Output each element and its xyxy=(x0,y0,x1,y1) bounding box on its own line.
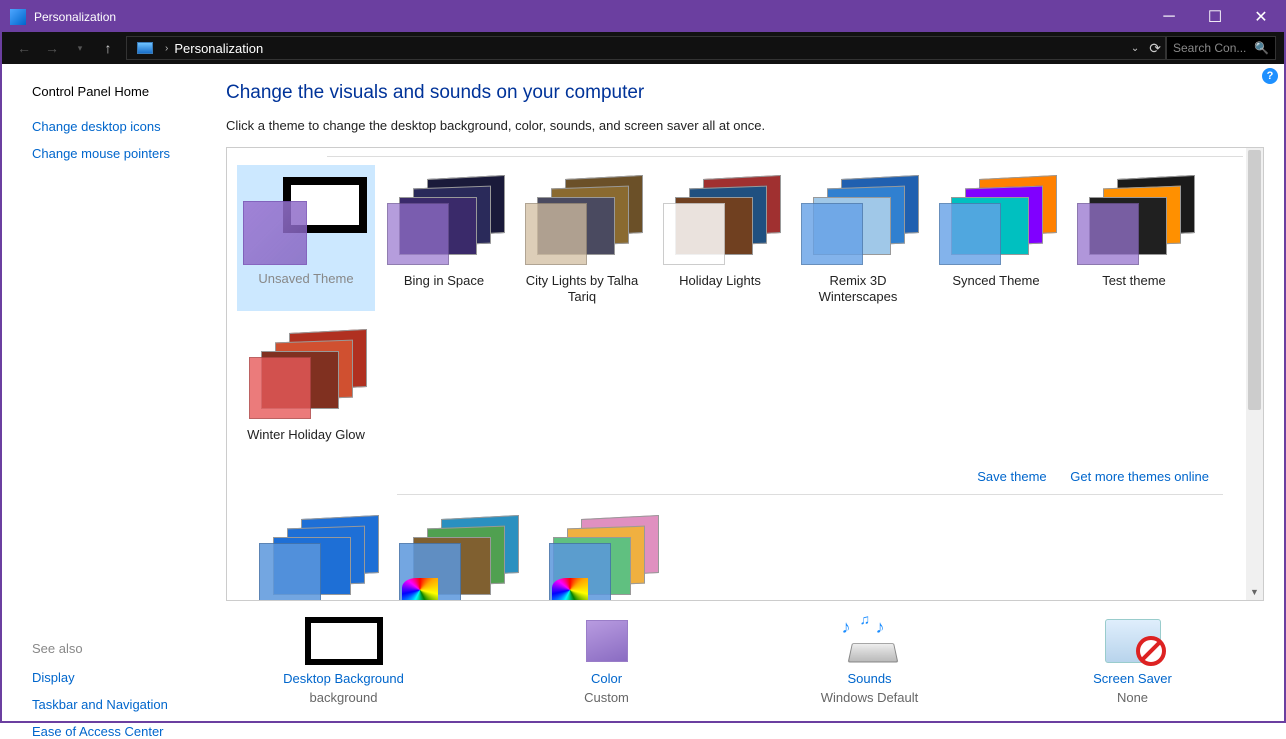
theme-label: Bing in Space xyxy=(375,271,513,295)
theme-item[interactable] xyxy=(247,505,387,601)
search-icon: 🔍 xyxy=(1254,41,1269,55)
themes-grid: Unsaved ThemeBing in SpaceCity Lights by… xyxy=(237,165,1243,457)
theme-color-swatch xyxy=(663,203,725,265)
theme-color-swatch xyxy=(249,357,311,419)
disabled-overlay-icon xyxy=(1136,636,1166,666)
theme-label: Test theme xyxy=(1065,271,1203,295)
theme-item[interactable]: Bing in Space xyxy=(375,165,513,311)
minimize-button[interactable]: ─ xyxy=(1146,2,1192,32)
theme-color-swatch xyxy=(243,201,307,265)
theme-label: Winter Holiday Glow xyxy=(237,425,375,449)
palette-icon xyxy=(552,578,588,601)
see-also-ease-of-access[interactable]: Ease of Access Center xyxy=(32,724,202,739)
breadcrumb-separator: › xyxy=(165,43,168,54)
maximize-button[interactable]: ☐ xyxy=(1192,2,1238,32)
page-heading: Change the visuals and sounds on your co… xyxy=(226,82,1264,104)
sidebar: Control Panel Home Change desktop icons … xyxy=(2,64,212,721)
theme-color-swatch xyxy=(939,203,1001,265)
theme-item[interactable]: Remix 3D Winterscapes xyxy=(789,165,927,311)
scrollbar[interactable]: ▲ ▼ xyxy=(1246,148,1263,600)
close-button[interactable]: ✕ xyxy=(1238,2,1284,32)
setting-value: background xyxy=(244,690,444,705)
search-input[interactable]: Search Con... 🔍 xyxy=(1166,36,1276,60)
title-bar: Personalization ─ ☐ ✕ xyxy=(2,2,1284,32)
nav-bar: ← → ▾ ↑ › Personalization ⌄ ⟳ Search Con… xyxy=(2,32,1284,64)
breadcrumb-current[interactable]: Personalization xyxy=(174,41,263,56)
theme-color-swatch xyxy=(1077,203,1139,265)
theme-item[interactable]: Test theme xyxy=(1065,165,1203,311)
palette-icon xyxy=(402,578,438,601)
window-controls: ─ ☐ ✕ xyxy=(1146,2,1284,32)
default-themes-row xyxy=(237,505,1243,601)
setting-link[interactable]: Sounds xyxy=(770,671,970,686)
desktop-background-icon xyxy=(305,617,383,665)
theme-label: Synced Theme xyxy=(927,271,1065,295)
see-also-display[interactable]: Display xyxy=(32,670,202,685)
scroll-down-arrow[interactable]: ▼ xyxy=(1246,584,1263,600)
setting-item[interactable]: Desktop Background background xyxy=(244,617,444,705)
setting-item[interactable]: Screen Saver None xyxy=(1033,617,1233,705)
theme-label: Remix 3D Winterscapes xyxy=(789,271,927,311)
theme-color-swatch xyxy=(259,543,321,601)
nav-back-button[interactable]: ← xyxy=(10,34,38,62)
sidebar-link-change-desktop-icons[interactable]: Change desktop icons xyxy=(32,119,202,134)
section-divider-2 xyxy=(397,494,1223,495)
theme-item[interactable]: City Lights by Talha Tariq xyxy=(513,165,651,311)
refresh-button[interactable]: ⟳ xyxy=(1149,40,1161,57)
nav-recent-dropdown[interactable]: ▾ xyxy=(66,34,94,62)
setting-value: Windows Default xyxy=(770,690,970,705)
theme-color-swatch xyxy=(387,203,449,265)
section-divider xyxy=(327,156,1243,157)
theme-item[interactable]: Synced Theme xyxy=(927,165,1065,311)
window-title: Personalization xyxy=(34,10,116,24)
theme-label: Holiday Lights xyxy=(651,271,789,295)
page-subtitle: Click a theme to change the desktop back… xyxy=(226,118,1264,133)
sounds-icon: ♪♫♪ xyxy=(840,619,900,663)
theme-item[interactable]: Winter Holiday Glow xyxy=(237,319,375,449)
themes-listbox: Unsaved ThemeBing in SpaceCity Lights by… xyxy=(226,147,1264,601)
theme-links-row: Save theme Get more themes online xyxy=(237,457,1243,494)
theme-item[interactable]: Holiday Lights xyxy=(651,165,789,311)
theme-label: City Lights by Talha Tariq xyxy=(513,271,651,311)
settings-strip: Desktop Background background Color Custom ♪… xyxy=(212,611,1264,721)
theme-color-swatch xyxy=(549,543,611,601)
theme-item[interactable] xyxy=(527,505,667,601)
address-bar[interactable]: › Personalization ⌄ ⟳ xyxy=(126,36,1166,60)
theme-item[interactable]: Unsaved Theme xyxy=(237,165,375,311)
theme-color-swatch xyxy=(399,543,461,601)
control-panel-home-link[interactable]: Control Panel Home xyxy=(32,84,202,99)
scroll-thumb[interactable] xyxy=(1248,150,1261,410)
setting-item[interactable]: ♪♫♪ Sounds Windows Default xyxy=(770,617,970,705)
save-theme-link[interactable]: Save theme xyxy=(977,469,1046,484)
setting-value: Custom xyxy=(507,690,707,705)
see-also-taskbar[interactable]: Taskbar and Navigation xyxy=(32,697,202,712)
see-also-header: See also xyxy=(32,641,202,656)
setting-value: None xyxy=(1033,690,1233,705)
theme-item[interactable] xyxy=(387,505,527,601)
screensaver-icon xyxy=(1105,619,1161,663)
app-icon xyxy=(10,9,26,25)
theme-color-swatch xyxy=(525,203,587,265)
theme-color-swatch xyxy=(801,203,863,265)
setting-link[interactable]: Desktop Background xyxy=(244,671,444,686)
setting-item[interactable]: Color Custom xyxy=(507,617,707,705)
search-placeholder: Search Con... xyxy=(1173,41,1246,55)
address-dropdown-icon[interactable]: ⌄ xyxy=(1131,43,1139,54)
setting-link[interactable]: Color xyxy=(507,671,707,686)
sidebar-link-change-mouse-pointers[interactable]: Change mouse pointers xyxy=(32,146,202,161)
nav-forward-button[interactable]: → xyxy=(38,34,66,62)
nav-up-button[interactable]: ↑ xyxy=(94,34,122,62)
setting-link[interactable]: Screen Saver xyxy=(1033,671,1233,686)
color-swatch-icon xyxy=(586,620,628,662)
theme-label: Unsaved Theme xyxy=(237,269,375,293)
get-more-themes-link[interactable]: Get more themes online xyxy=(1070,469,1209,484)
location-icon xyxy=(137,42,153,54)
